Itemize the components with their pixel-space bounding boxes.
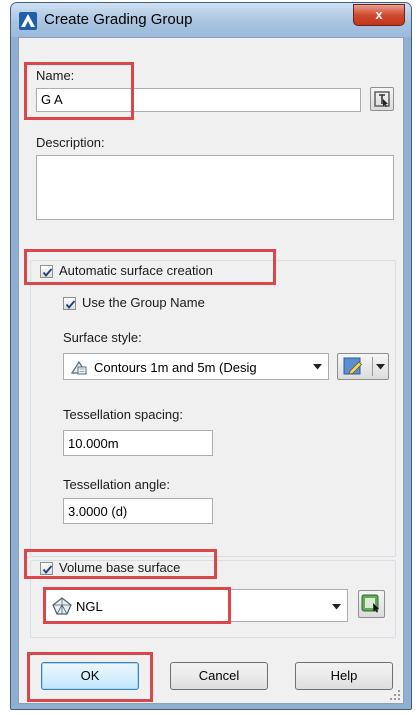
surface-style-select[interactable]: Contours 1m and 5m (Desig <box>63 353 329 380</box>
help-button[interactable]: Help <box>295 662 393 690</box>
volume-base-label: Volume base surface <box>59 560 181 575</box>
tessellation-spacing-input[interactable]: 10.000m <box>63 430 213 456</box>
checkmark-icon <box>42 268 53 277</box>
name-input[interactable]: G A <box>36 88 361 112</box>
create-grading-group-dialog: Create Grading Group x Name: G A Descrip… <box>10 2 412 710</box>
pick-from-drawing-button[interactable] <box>370 87 394 111</box>
select-surface-button[interactable] <box>358 590 385 618</box>
tessellation-spacing-label: Tessellation spacing: <box>63 407 183 422</box>
surface-icon <box>52 597 72 615</box>
checkmark-icon <box>42 565 53 574</box>
chevron-down-icon <box>332 604 341 610</box>
volume-base-surface-value: NGL <box>76 599 103 614</box>
close-icon: x <box>375 7 383 22</box>
use-group-name-label: Use the Group Name <box>82 295 205 310</box>
surface-style-value: Contours 1m and 5m (Desig <box>94 360 257 375</box>
resize-grip-icon[interactable] <box>389 689 401 701</box>
close-button[interactable]: x <box>353 4 405 26</box>
automatic-surface-label: Automatic surface creation <box>59 263 213 278</box>
chevron-down-icon <box>376 364 385 370</box>
surface-style-icon <box>70 360 88 375</box>
select-surface-icon <box>361 594 379 613</box>
ok-button[interactable]: OK <box>41 662 139 690</box>
chevron-down-icon <box>313 364 322 370</box>
title-bar[interactable]: Create Grading Group x <box>11 3 411 37</box>
description-input[interactable] <box>36 155 394 220</box>
use-group-name-checkbox[interactable] <box>63 297 76 310</box>
dialog-body: Name: G A Description: Automatic surface… <box>18 37 404 704</box>
edit-surface-style-button[interactable] <box>337 353 389 380</box>
checkmark-icon <box>65 300 76 309</box>
tessellation-angle-label: Tessellation angle: <box>63 477 170 492</box>
surface-style-label: Surface style: <box>63 330 142 345</box>
volume-base-surface-select[interactable]: NGL <box>45 589 348 622</box>
dialog-title: Create Grading Group <box>44 11 193 28</box>
edit-style-icon <box>343 357 363 375</box>
volume-base-checkbox[interactable] <box>40 562 53 575</box>
cancel-button[interactable]: Cancel <box>170 662 268 690</box>
style-menu-separator <box>372 357 373 376</box>
description-label: Description: <box>36 135 105 150</box>
app-logo-icon <box>19 12 37 30</box>
name-label: Name: <box>36 68 75 83</box>
tessellation-angle-input[interactable]: 3.0000 (d) <box>63 498 213 524</box>
pick-from-drawing-icon <box>374 91 390 107</box>
automatic-surface-checkbox[interactable] <box>40 265 53 278</box>
